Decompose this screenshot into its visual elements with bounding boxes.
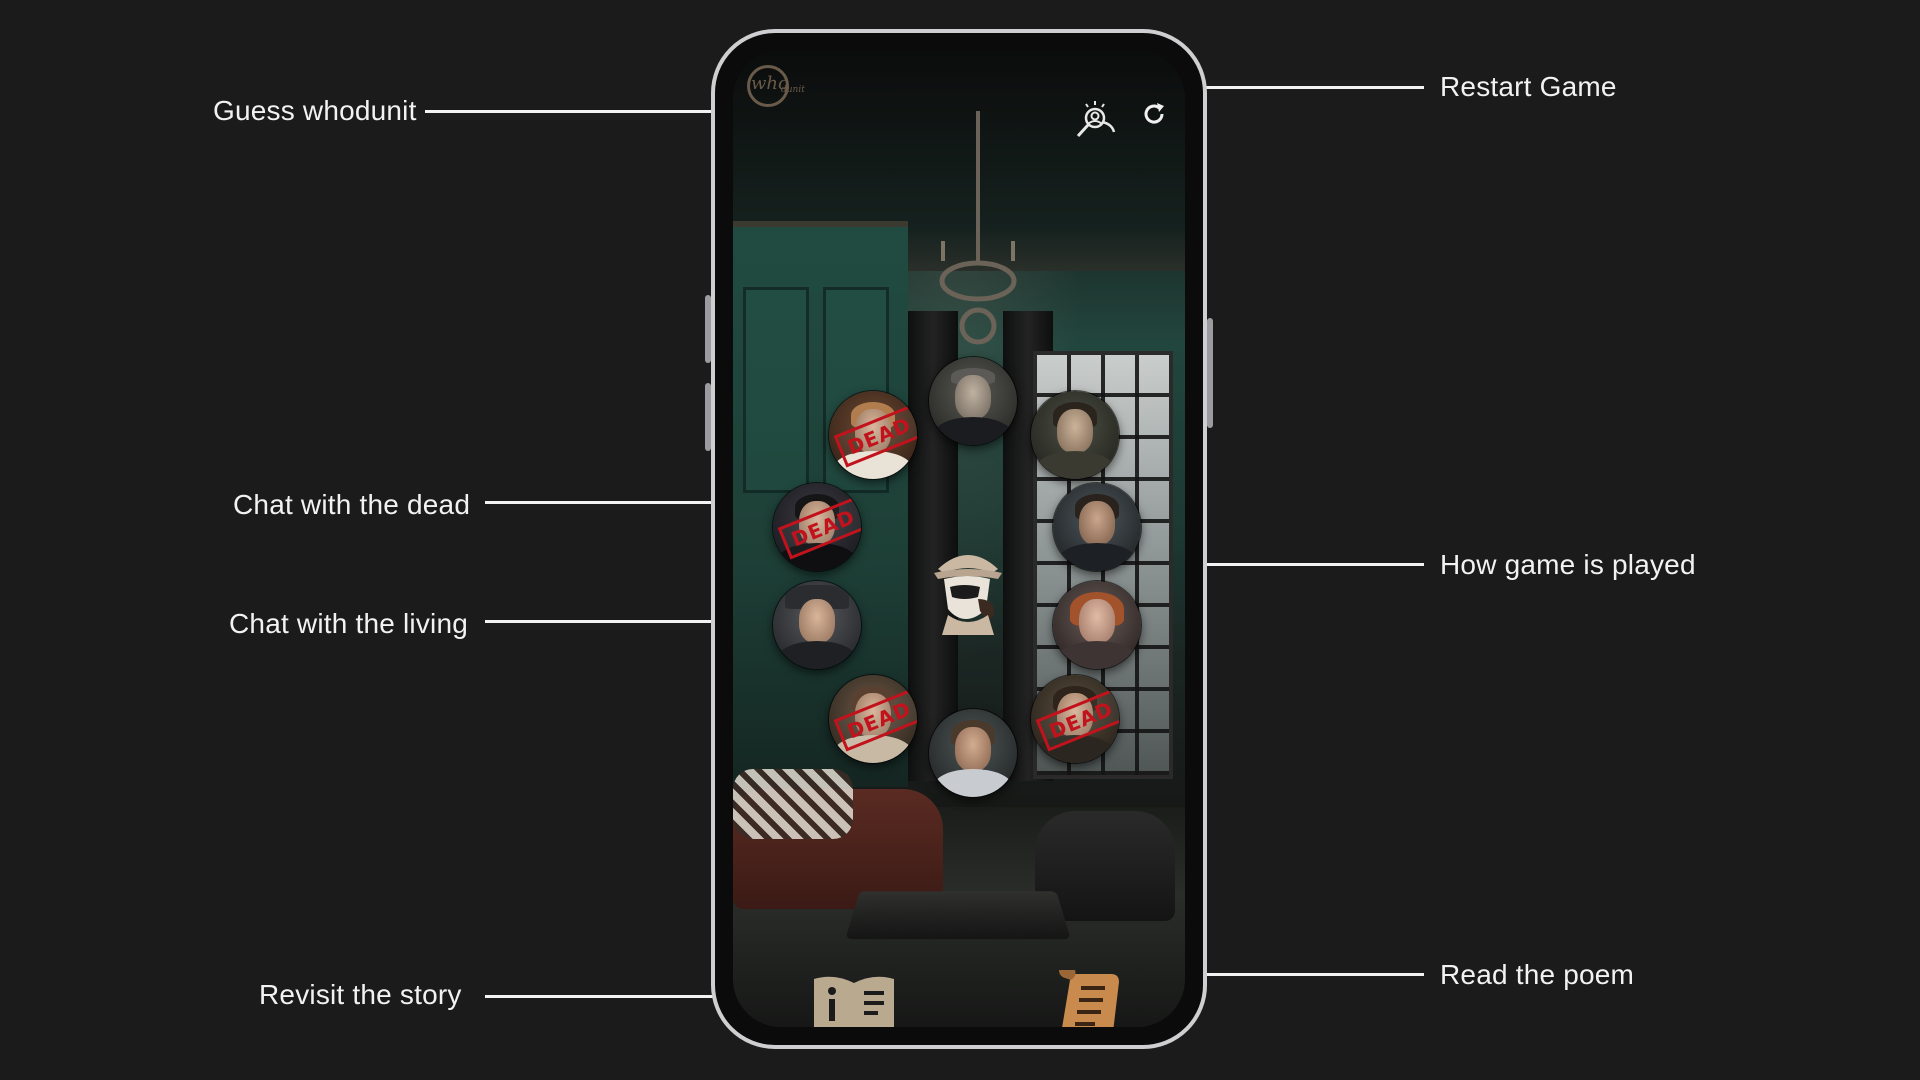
label-chat-living: Chat with the living: [229, 608, 469, 639]
leader-chat-living: [485, 620, 737, 623]
label-how-played: How game is played: [1440, 549, 1696, 580]
portrait-body: [1058, 641, 1136, 669]
detective-icon: [934, 555, 1002, 635]
how-to-play-button[interactable]: [928, 539, 1008, 640]
portrait-face: [1079, 598, 1115, 643]
app-logo: who dunit: [747, 65, 811, 115]
character-portrait[interactable]: [1031, 391, 1119, 479]
leader-chat-dead: [485, 501, 737, 504]
sofa-cushion: [733, 769, 853, 839]
portrait-face: [955, 374, 991, 419]
portrait-body: [934, 417, 1012, 445]
character-portrait[interactable]: [1053, 483, 1141, 571]
label-restart-game: Restart Game: [1440, 71, 1617, 102]
character-portrait[interactable]: DEAD: [773, 483, 861, 571]
character-portrait[interactable]: [773, 581, 861, 669]
volume-up-button: [705, 295, 711, 363]
portrait-face: [955, 726, 991, 771]
leader-restart-game: [1172, 86, 1424, 89]
chandelier-icon: [939, 111, 1017, 345]
character-portrait[interactable]: [929, 357, 1017, 445]
label-revisit-story: Revisit the story: [259, 979, 462, 1010]
portrait-body: [1036, 451, 1114, 479]
portrait-face: [799, 598, 835, 643]
detective-magnifier-icon: [1076, 101, 1116, 138]
label-chat-dead: Chat with the dead: [233, 489, 471, 520]
presentation-stage: Guess whodunit Restart Game Chat with th…: [0, 0, 1920, 1080]
logo-suffix: dunit: [781, 85, 805, 95]
revisit-story-button[interactable]: [809, 969, 899, 1027]
scroll-icon: [1059, 970, 1119, 1027]
volume-down-button: [705, 383, 711, 451]
game-screen: who dunit DEAD DEAD DEAD DEAD: [733, 51, 1185, 1027]
restart-game-button[interactable]: [1137, 97, 1171, 131]
coffee-table: [845, 891, 1071, 940]
phone-frame: who dunit DEAD DEAD DEAD DEAD: [705, 29, 1213, 1049]
character-portrait[interactable]: DEAD: [829, 391, 917, 479]
character-portrait[interactable]: [929, 709, 1017, 797]
portrait-body: [934, 769, 1012, 797]
character-portrait[interactable]: DEAD: [829, 675, 917, 763]
guess-whodunit-button[interactable]: [1071, 95, 1119, 143]
book-info-icon: [814, 976, 894, 1027]
portrait-body: [1058, 543, 1136, 571]
portrait-body: [778, 641, 856, 669]
character-portrait[interactable]: [1053, 581, 1141, 669]
wall-panel: [743, 287, 809, 493]
read-poem-button[interactable]: [1055, 967, 1127, 1027]
power-button: [1207, 318, 1213, 428]
portrait-face: [1079, 500, 1115, 545]
restart-icon: [1144, 103, 1164, 124]
portrait-face: [1057, 408, 1093, 453]
label-guess-whodunit: Guess whodunit: [213, 95, 417, 126]
character-portrait[interactable]: DEAD: [1031, 675, 1119, 763]
label-read-poem: Read the poem: [1440, 959, 1635, 990]
